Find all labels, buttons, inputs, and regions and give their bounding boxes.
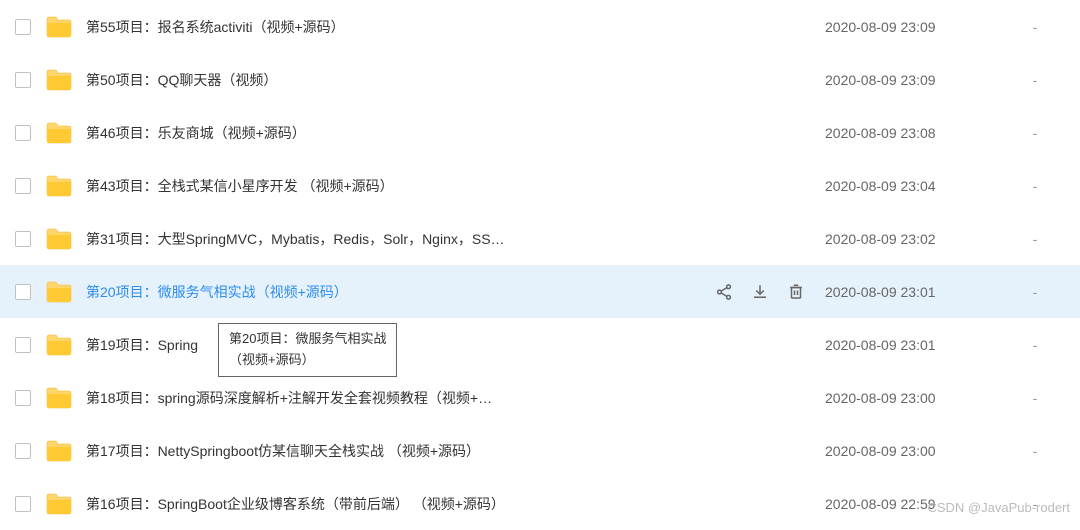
file-size: -	[1005, 178, 1065, 194]
folder-icon	[46, 175, 72, 197]
file-name[interactable]: 第16项目：SpringBoot企业级博客系统（带前后端） （视频+源码）	[86, 494, 506, 514]
file-size: -	[1005, 390, 1065, 406]
row-checkbox[interactable]	[15, 390, 31, 406]
folder-icon	[46, 69, 72, 91]
row-checkbox[interactable]	[15, 443, 31, 459]
row-checkbox[interactable]	[15, 19, 31, 35]
file-list: 第55项目：报名系统activiti（视频+源码） 2020-08-09 23:0…	[0, 0, 1080, 530]
file-date: 2020-08-09 23:08	[825, 125, 1005, 141]
file-name[interactable]: 第18项目：spring源码深度解析+注解开发全套视频教程（视频+源码）	[86, 388, 506, 408]
file-name[interactable]: 第50项目：QQ聊天器（视频）	[86, 70, 506, 90]
row-actions	[715, 283, 805, 301]
file-date: 2020-08-09 23:09	[825, 19, 1005, 35]
file-row[interactable]: 第17项目：NettySpringboot仿某信聊天全栈实战 （视频+源码） 20…	[0, 424, 1080, 477]
row-checkbox[interactable]	[15, 231, 31, 247]
file-row[interactable]: 第43项目：全栈式某信小星序开发 （视频+源码） 2020-08-09 23:04…	[0, 159, 1080, 212]
file-row[interactable]: 第18项目：spring源码深度解析+注解开发全套视频教程（视频+源码） 2020…	[0, 371, 1080, 424]
tooltip: 第20项目：微服务气相实战 （视频+源码）	[218, 323, 397, 377]
folder-icon	[46, 334, 72, 356]
download-icon[interactable]	[751, 283, 769, 301]
folder-icon	[46, 493, 72, 515]
row-checkbox[interactable]	[15, 178, 31, 194]
file-date: 2020-08-09 23:09	[825, 72, 1005, 88]
folder-icon	[46, 440, 72, 462]
file-row[interactable]: 第50项目：QQ聊天器（视频） 2020-08-09 23:09-	[0, 53, 1080, 106]
file-name[interactable]: 第20项目：微服务气相实战（视频+源码）	[86, 282, 506, 302]
file-date: 2020-08-09 23:01	[825, 284, 1005, 300]
file-date: 2020-08-09 23:01	[825, 337, 1005, 353]
file-name[interactable]: 第17项目：NettySpringboot仿某信聊天全栈实战 （视频+源码）	[86, 441, 506, 461]
tooltip-line1: 第20项目：微服务气相实战	[229, 329, 386, 350]
file-size: -	[1005, 125, 1065, 141]
file-row[interactable]: 第19项目：Spring2020-08-09 23:01-	[0, 318, 1080, 371]
file-row[interactable]: 第31项目：大型SpringMVC，Mybatis，Redis，Solr，Ngi…	[0, 212, 1080, 265]
file-size: -	[1005, 231, 1065, 247]
folder-icon	[46, 122, 72, 144]
file-row[interactable]: 第20项目：微服务气相实战（视频+源码） 2020-08-09 23:01-	[0, 265, 1080, 318]
file-size: -	[1005, 72, 1065, 88]
row-checkbox[interactable]	[15, 125, 31, 141]
row-checkbox[interactable]	[15, 496, 31, 512]
file-size: -	[1005, 19, 1065, 35]
row-checkbox[interactable]	[15, 337, 31, 353]
file-date: 2020-08-09 23:00	[825, 443, 1005, 459]
file-size: -	[1005, 337, 1065, 353]
file-name[interactable]: 第46项目：乐友商城（视频+源码）	[86, 123, 506, 143]
file-date: 2020-08-09 23:04	[825, 178, 1005, 194]
watermark: CSDN @JavaPub-rodert	[927, 500, 1070, 515]
folder-icon	[46, 281, 72, 303]
tooltip-line2: （视频+源码）	[229, 350, 386, 371]
folder-icon	[46, 16, 72, 38]
file-date: 2020-08-09 23:02	[825, 231, 1005, 247]
file-date: 2020-08-09 23:00	[825, 390, 1005, 406]
delete-icon[interactable]	[787, 283, 805, 301]
row-checkbox[interactable]	[15, 284, 31, 300]
file-row[interactable]: 第55项目：报名系统activiti（视频+源码） 2020-08-09 23:0…	[0, 0, 1080, 53]
file-name[interactable]: 第55项目：报名系统activiti（视频+源码）	[86, 17, 506, 37]
file-name[interactable]: 第31项目：大型SpringMVC，Mybatis，Redis，Solr，Ngi…	[86, 229, 506, 249]
share-icon[interactable]	[715, 283, 733, 301]
row-checkbox[interactable]	[15, 72, 31, 88]
file-size: -	[1005, 284, 1065, 300]
folder-icon	[46, 228, 72, 250]
folder-icon	[46, 387, 72, 409]
file-size: -	[1005, 443, 1065, 459]
file-row[interactable]: 第16项目：SpringBoot企业级博客系统（带前后端） （视频+源码）202…	[0, 477, 1080, 530]
file-name[interactable]: 第43项目：全栈式某信小星序开发 （视频+源码）	[86, 176, 506, 196]
file-row[interactable]: 第46项目：乐友商城（视频+源码） 2020-08-09 23:08-	[0, 106, 1080, 159]
